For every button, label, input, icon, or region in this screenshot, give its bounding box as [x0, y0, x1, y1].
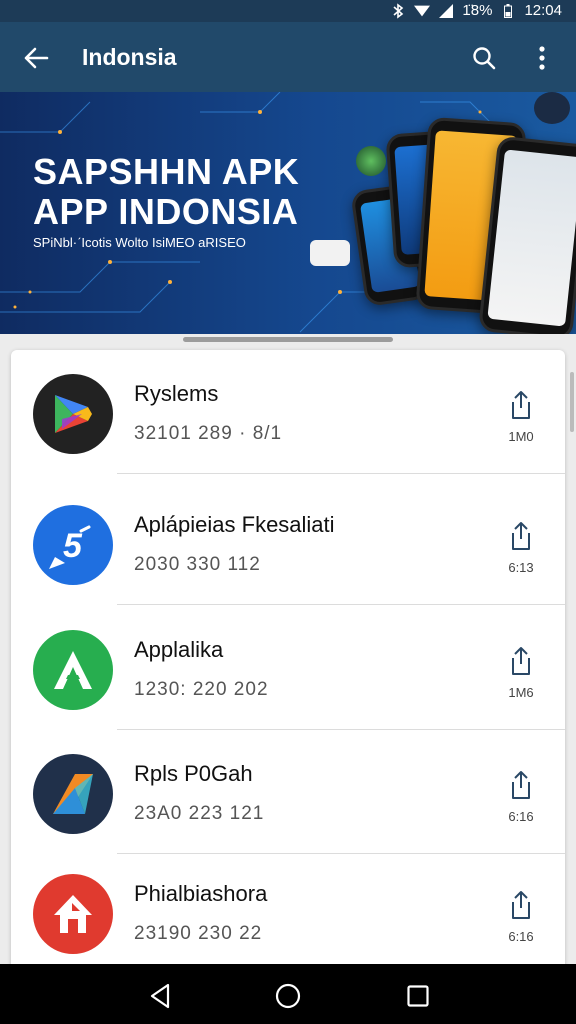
badge-icon: [356, 146, 386, 176]
share-icon: [512, 891, 530, 919]
list-item[interactable]: Ryslems 32101 289 · 8/1 1M0: [11, 350, 565, 474]
app-meta: 23190 230 22: [134, 923, 263, 944]
app-list: Ryslems 32101 289 · 8/1 1M0 5 Aplápieias…: [11, 350, 565, 990]
banner-title-line2: APP INDONSIA: [33, 191, 299, 232]
share-icon: [512, 391, 530, 419]
share-button[interactable]: [505, 521, 537, 557]
more-options-button[interactable]: [524, 40, 560, 76]
more-vert-icon: [539, 46, 545, 70]
play-store-icon: [33, 374, 113, 454]
status-icons: 1̈8% 12:04: [390, 2, 562, 19]
nav-home-button[interactable]: [268, 976, 308, 1016]
recents-square-icon: [407, 985, 429, 1007]
status-bar: 1̈8% 12:04: [0, 0, 576, 22]
nav-recents-button[interactable]: [398, 976, 438, 1016]
avatar-icon: [534, 92, 570, 124]
app-size: 6:16: [508, 929, 534, 944]
app-name: Phialbiashora: [134, 881, 268, 906]
svg-text:5: 5: [63, 527, 83, 565]
app-meta: 2030 330 112: [134, 554, 261, 575]
share-icon: [512, 522, 530, 550]
battery-percent: 1̈8%: [462, 2, 493, 19]
battery-icon: [500, 3, 516, 19]
app-size: 6:13: [508, 560, 534, 575]
chip-icon: [310, 240, 350, 266]
app-bar: Indonsia: [0, 22, 576, 92]
app-name: Applalika: [134, 637, 224, 662]
back-button[interactable]: [18, 40, 54, 76]
home-circle-icon: [275, 983, 301, 1009]
nav-back-button[interactable]: [140, 976, 180, 1016]
divider: [117, 604, 565, 605]
search-icon: [473, 47, 496, 70]
status-time: 12:04: [524, 2, 562, 19]
banner-title: SAPSHHN APK APP INDONSIA: [33, 152, 299, 232]
list-item[interactable]: Rpls P0Gah 23A0 223 121 6:16: [11, 730, 565, 854]
signal-icon: [438, 3, 454, 19]
letter-a-icon: [33, 630, 113, 710]
app-meta: 32101 289 · 8/1: [134, 423, 283, 444]
banner-title-line1: SAPSHHN APK: [33, 151, 300, 192]
app-name: Rpls P0Gah: [134, 761, 253, 786]
app-name: Ryslems: [134, 381, 219, 406]
wifi-icon: [414, 3, 431, 19]
list-item[interactable]: Applalika 1230: 220 202 1M6: [11, 606, 565, 730]
share-button[interactable]: [505, 890, 537, 926]
app-name: Aplápieias Fkesaliati: [134, 512, 335, 537]
divider: [117, 473, 565, 474]
system-nav-bar: [0, 964, 576, 1024]
app-size: 1M0: [508, 429, 534, 444]
page-title: Indonsia: [82, 44, 177, 70]
chat-bubble-icon: 5: [33, 505, 113, 585]
share-icon: [512, 647, 530, 675]
app-size: 1M6: [508, 685, 534, 700]
app-meta: 1230: 220 202: [134, 679, 269, 700]
app-size: 6:16: [508, 809, 534, 824]
share-icon: [512, 771, 530, 799]
share-button[interactable]: [505, 390, 537, 426]
share-button[interactable]: [505, 770, 537, 806]
scrollbar[interactable]: [570, 372, 574, 432]
bluetooth-icon: [390, 2, 406, 19]
house-logo-icon: [33, 874, 113, 954]
back-triangle-icon: [150, 983, 170, 1009]
banner-subtitle: SPiNbl·ˊIcotis Wolto IsiMEO aRISEO: [33, 235, 246, 250]
arrow-logo-icon: [33, 754, 113, 834]
promo-banner[interactable]: SAPSHHN APK APP INDONSIA SPiNbl·ˊIcotis …: [0, 92, 576, 334]
search-button[interactable]: [466, 40, 502, 76]
share-button[interactable]: [505, 646, 537, 682]
back-arrow-icon: [24, 47, 49, 69]
list-item[interactable]: 5 Aplápieias Fkesaliati 2030 330 112 6:1…: [11, 481, 565, 605]
list-item[interactable]: Phialbiashora 23190 230 22 6:16: [11, 850, 565, 974]
app-meta: 23A0 223 121: [134, 803, 265, 824]
sheet-handle[interactable]: [183, 337, 393, 342]
